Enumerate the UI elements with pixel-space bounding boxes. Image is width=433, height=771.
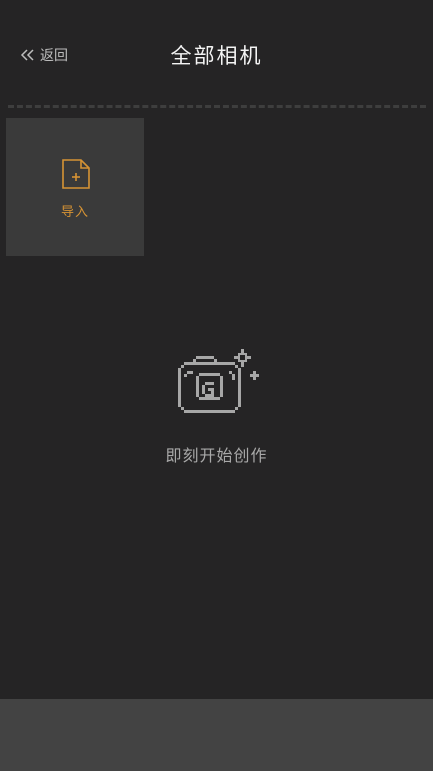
- dashed-divider: [8, 105, 426, 108]
- import-label: 导入: [60, 205, 89, 220]
- empty-state-text: 即刻开始创作: [165, 446, 268, 465]
- page-title: 全部相机: [170, 44, 263, 68]
- file-plus-icon: [61, 159, 91, 189]
- header: 返回 全部相机: [0, 0, 433, 100]
- import-button[interactable]: 导入: [6, 118, 144, 256]
- pixel-camera-sparkle-icon: [172, 346, 262, 418]
- bottom-bar: [0, 699, 433, 771]
